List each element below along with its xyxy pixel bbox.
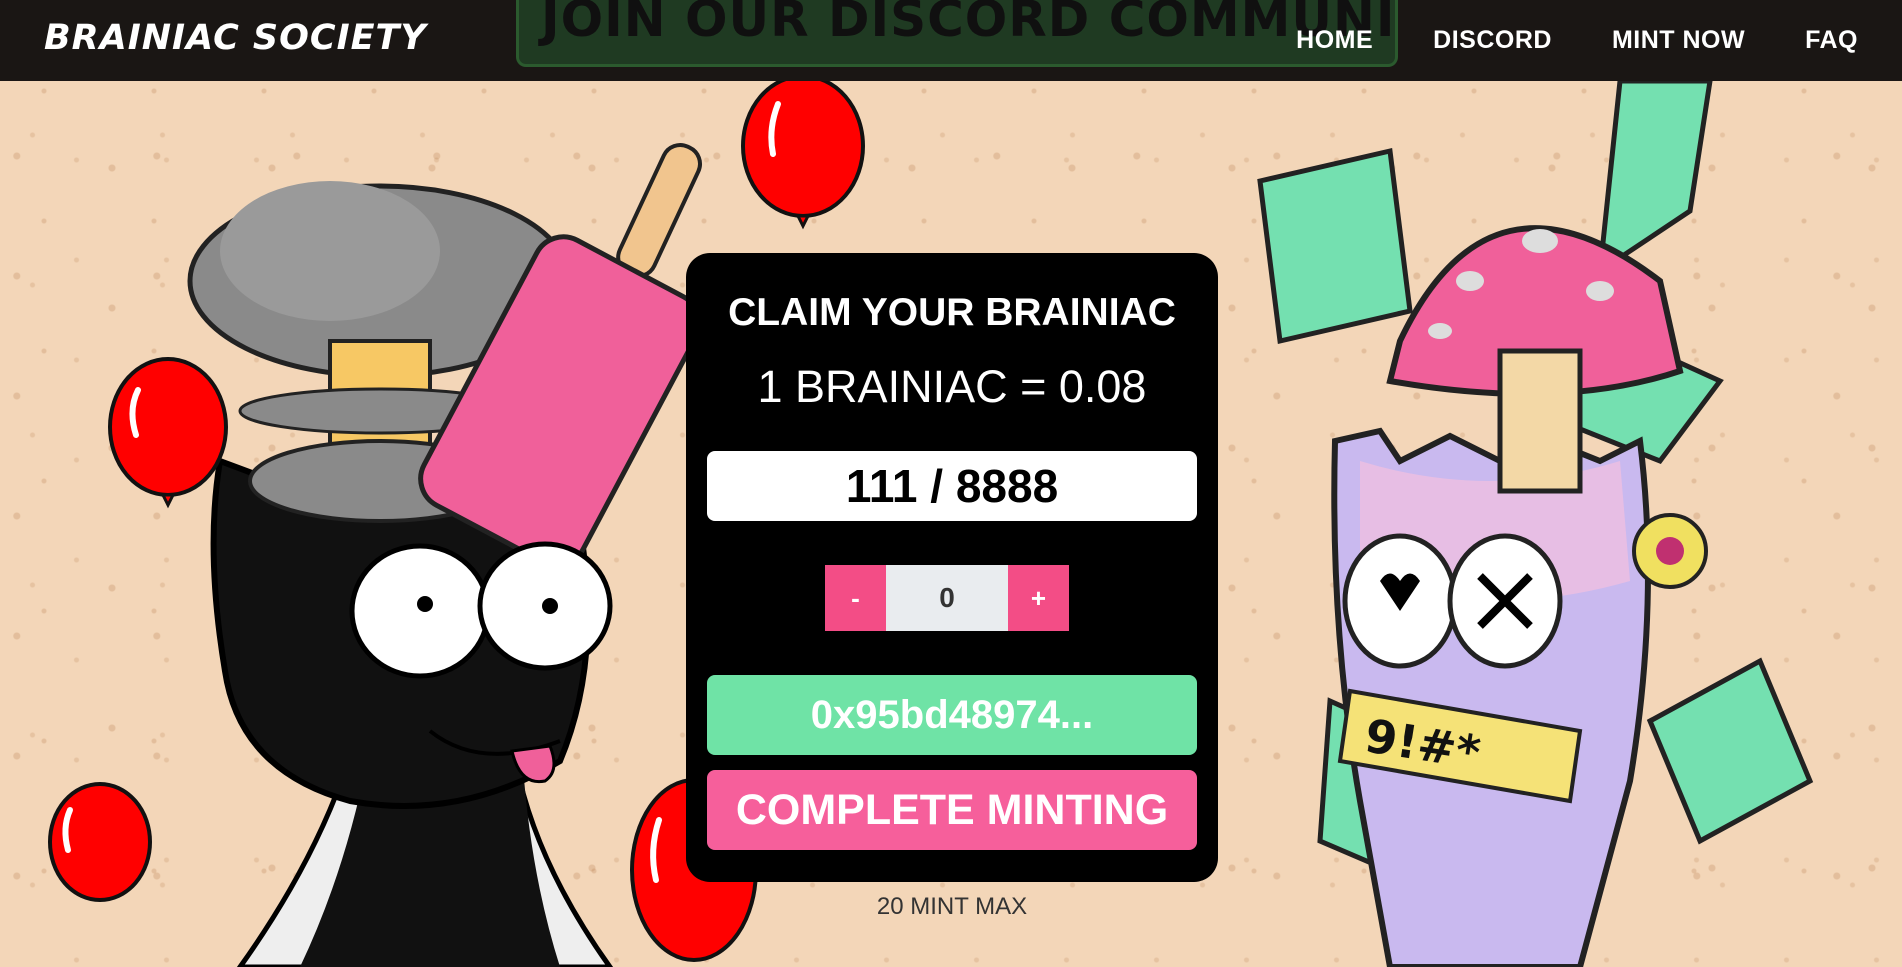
balloon-icon	[108, 357, 228, 509]
supply-counter: 111 / 8888	[707, 451, 1197, 521]
nav-faq-link[interactable]: FAQ	[1805, 26, 1858, 55]
nav-mint-now-link[interactable]: MINT NOW	[1612, 26, 1745, 55]
nav-discord-link[interactable]: DISCORD	[1433, 26, 1552, 55]
top-navbar: BRAINIAC SOCIETY JOIN OUR DISCORD COMMUN…	[0, 0, 1902, 81]
claim-title: CLAIM YOUR BRAINIAC	[728, 291, 1176, 334]
quantity-input[interactable]	[886, 565, 1008, 631]
nav-links: HOME DISCORD MINT NOW FAQ	[1296, 0, 1858, 81]
balloon-icon	[741, 74, 865, 230]
nav-home-link[interactable]: HOME	[1296, 26, 1373, 55]
increment-button[interactable]: +	[1008, 565, 1069, 631]
price-text: 1 BRAINIAC = 0.08	[757, 361, 1147, 412]
mint-max-note: 20 MINT MAX	[876, 893, 1028, 920]
complete-minting-button[interactable]: COMPLETE MINTING	[707, 770, 1197, 850]
wallet-address-button[interactable]: 0x95bd48974...	[707, 675, 1197, 755]
brand-logo[interactable]: BRAINIAC SOCIETY	[44, 18, 427, 58]
balloon-icon	[48, 782, 152, 902]
mint-card: CLAIM YOUR BRAINIAC 1 BRAINIAC = 0.08 11…	[686, 253, 1218, 882]
right-character-illustration: 9!#*	[1257, 81, 1814, 967]
discord-banner[interactable]: JOIN OUR DISCORD COMMUNITY	[516, 0, 1398, 67]
decrement-button[interactable]: -	[825, 565, 886, 631]
discord-banner-text: JOIN OUR DISCORD COMMUNITY	[541, 0, 1398, 48]
quantity-stepper: - +	[825, 565, 1069, 631]
